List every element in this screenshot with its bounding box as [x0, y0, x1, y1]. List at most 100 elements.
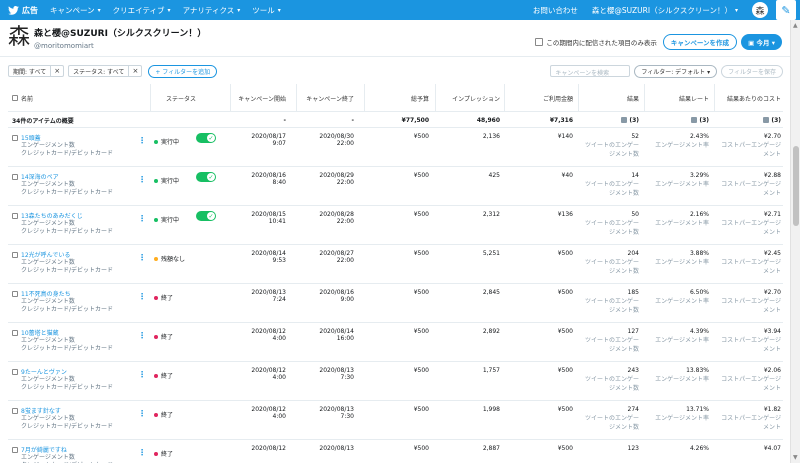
col-impressions[interactable]: インプレッション — [438, 84, 500, 112]
row-checkbox[interactable] — [12, 407, 18, 414]
row-checkbox[interactable] — [12, 134, 18, 141]
table-row[interactable]: 12光が呼んでいる エンゲージメント数 クレジットカード/デビットカード ⋮ 残… — [8, 245, 783, 284]
start-cell: 2020/08/14 9:53 — [233, 250, 286, 264]
account-menu[interactable]: 森と櫻@SUZURI（シルクスクリーン！） ▾ — [592, 5, 738, 16]
more-options-icon[interactable]: ⋮ — [138, 409, 146, 418]
more-options-icon[interactable]: ⋮ — [138, 370, 146, 379]
table-row[interactable]: 13森たちのあみだくじ エンゲージメント数 クレジットカード/デビットカード ⋮… — [8, 206, 783, 245]
rate-sub: エンゲージメント率 — [655, 298, 709, 305]
save-filter-button[interactable]: フィルターを保存 — [721, 64, 783, 78]
campaign-title[interactable]: 13森たちのあみだくじ — [12, 211, 113, 220]
add-filter-button[interactable]: + フィルターを追加 — [148, 64, 218, 78]
campaign-title[interactable]: 8蛍ます針なす — [12, 406, 113, 415]
row-checkbox[interactable] — [12, 212, 18, 219]
col-status[interactable]: ステータス — [166, 84, 226, 112]
more-options-icon[interactable]: ⋮ — [138, 448, 146, 457]
col-cost-per-result[interactable]: 結果あたりのコスト — [717, 84, 781, 112]
impressions-cell: 2,887 — [482, 445, 500, 452]
scroll-down-icon[interactable]: ▼ — [793, 454, 798, 461]
results-value: 274 — [627, 406, 639, 413]
menu-tools[interactable]: ツール ▾ — [252, 5, 281, 16]
close-icon[interactable]: × — [50, 66, 63, 76]
col-end[interactable]: キャンペーン終了 — [299, 84, 354, 112]
brand[interactable]: 広告 — [8, 5, 38, 16]
more-options-icon[interactable]: ⋮ — [138, 292, 146, 301]
scrollbar[interactable]: ▲ ▼ — [790, 20, 800, 463]
table-row[interactable]: 11不死鳥の身たち エンゲージメント数 クレジットカード/デビットカード ⋮ 終… — [8, 284, 783, 323]
avatar[interactable]: 森 — [752, 2, 768, 18]
create-campaign-button[interactable]: キャンペーンを作成 — [662, 34, 738, 50]
end-cell: 2020/08/13 — [299, 445, 354, 452]
row-checkbox[interactable] — [12, 329, 18, 336]
cost-cell: ¥3.94 コストパーエンゲージメント — [717, 328, 781, 353]
compose-icon[interactable]: ✎ — [776, 0, 796, 20]
help-link[interactable]: お問い合わせ — [533, 5, 578, 16]
status-cell: 実行中 — [154, 176, 179, 185]
table-row[interactable]: 15頭蓋 エンゲージメント数 クレジットカード/デビットカード ⋮ 実行中 20… — [8, 128, 783, 167]
impressions-cell: 5,251 — [482, 250, 500, 257]
status-dot — [154, 412, 158, 417]
rate-sub: エンゲージメント率 — [655, 337, 709, 344]
scroll-up-icon[interactable]: ▲ — [793, 22, 798, 29]
campaign-title[interactable]: 9たーんとヴァン — [12, 367, 113, 376]
menu-campaigns[interactable]: キャンペーン ▾ — [50, 5, 101, 16]
chevron-down-icon: ▾ — [277, 6, 281, 14]
end-cell: 2020/08/28 22:00 — [299, 211, 354, 225]
filter-chip-status[interactable]: ステータス: すべて × — [68, 65, 143, 77]
cost-value: ¥2.45 — [763, 250, 781, 257]
more-options-icon[interactable]: ⋮ — [138, 214, 146, 223]
rate-cell: 4.26% — [647, 445, 709, 452]
more-options-icon[interactable]: ⋮ — [138, 136, 146, 145]
status-text: 終了 — [161, 334, 174, 341]
col-budget[interactable]: 総予算 — [367, 84, 429, 112]
menu-analytics[interactable]: アナリティクス ▾ — [183, 5, 241, 16]
campaign-title[interactable]: 12光が呼んでいる — [12, 250, 113, 259]
scroll-thumb[interactable] — [793, 146, 799, 226]
table-row[interactable]: 14深海のペア エンゲージメント数 クレジットカード/デビットカード ⋮ 実行中… — [8, 167, 783, 206]
delivered-only-checkbox[interactable] — [535, 38, 544, 46]
col-results[interactable]: 結果 — [581, 84, 639, 112]
more-options-icon[interactable]: ⋮ — [138, 253, 146, 262]
filter-default-button[interactable]: フィルター: デフォルト ▾ — [634, 64, 718, 78]
select-all-checkbox[interactable] — [12, 95, 18, 101]
col-spend[interactable]: ご利用金額 — [507, 84, 573, 112]
campaign-search-input[interactable]: キャンペーンを検索 — [550, 65, 631, 77]
col-name[interactable]: 名前 — [12, 84, 142, 112]
menu-campaigns-label: キャンペーン — [50, 5, 95, 15]
campaign-toggle[interactable]: ✓ — [196, 172, 216, 182]
cost-sub: コストパーエンゲージメント — [721, 376, 781, 392]
table-row[interactable]: 9たーんとヴァン エンゲージメント数 クレジットカード/デビットカード ⋮ 終了… — [8, 362, 783, 401]
row-checkbox[interactable] — [12, 173, 18, 180]
campaign-title[interactable]: 15頭蓋 — [12, 133, 113, 142]
filter-chip-period[interactable]: 期間: すべて × — [8, 65, 65, 77]
campaign-toggle[interactable]: ✓ — [196, 133, 216, 143]
start-cell: 2020/08/16 8:40 — [233, 172, 286, 186]
rate-cell: 13.71% エンゲージメント率 — [647, 406, 709, 422]
campaign-name-cell: 7月が綺麗ですね エンゲージメント数 クレジットカード/デビットカード — [12, 445, 113, 463]
results-cell: 14 ツイートのエンゲージメント数 — [581, 172, 639, 197]
campaign-toggle[interactable]: ✓ — [196, 211, 216, 221]
campaign-type: エンゲージメント数 — [21, 376, 75, 383]
close-icon[interactable]: × — [128, 66, 141, 76]
more-options-icon[interactable]: ⋮ — [138, 331, 146, 340]
campaign-title[interactable]: 7月が綺麗ですね — [12, 445, 113, 454]
campaign-title[interactable]: 10蕾塔と猫蔵 — [12, 328, 113, 337]
impressions-cell: 425 — [488, 172, 500, 179]
menu-creatives[interactable]: クリエイティブ ▾ — [113, 5, 171, 16]
row-checkbox[interactable] — [12, 368, 18, 375]
status-cell: 終了 — [154, 410, 173, 419]
row-checkbox[interactable] — [12, 251, 18, 258]
table-row[interactable]: 10蕾塔と猫蔵 エンゲージメント数 クレジットカード/デビットカード ⋮ 終了 … — [8, 323, 783, 362]
campaign-title[interactable]: 11不死鳥の身たち — [12, 289, 113, 298]
col-start[interactable]: キャンペーン開始 — [233, 84, 286, 112]
table-row[interactable]: 7月が綺麗ですね エンゲージメント数 クレジットカード/デビットカード ⋮ 終了… — [8, 440, 783, 463]
chevron-down-icon: ▾ — [734, 6, 738, 14]
table-row[interactable]: 8蛍ます針なす エンゲージメント数 クレジットカード/デビットカード ⋮ 終了 … — [8, 401, 783, 440]
date-range-button[interactable]: ▣ 今月 ▾ — [741, 34, 782, 50]
more-options-icon[interactable]: ⋮ — [138, 175, 146, 184]
col-result-rate[interactable]: 結果レート — [647, 84, 709, 112]
row-checkbox[interactable] — [12, 446, 18, 453]
campaign-title[interactable]: 14深海のペア — [12, 172, 113, 181]
cost-sub: コストパーエンゲージメント — [721, 142, 781, 158]
row-checkbox[interactable] — [12, 290, 18, 297]
